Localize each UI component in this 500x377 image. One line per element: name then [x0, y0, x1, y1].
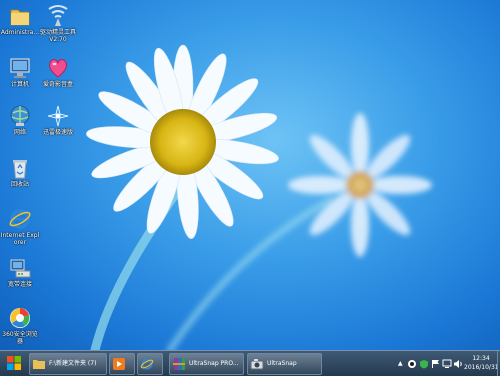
clock-time: 12:34 [472, 355, 490, 362]
taskbar-ultrasnap-label: UltraSnap [267, 360, 297, 367]
folder-icon [32, 357, 46, 371]
winrar-icon [172, 357, 186, 371]
internet-explorer-icon [140, 357, 154, 371]
network-icon [8, 104, 32, 128]
icon-label: Administra... [0, 29, 40, 36]
xunlei-icon [46, 104, 70, 128]
taskbar-internet-explorer[interactable] [137, 353, 163, 375]
desktop-icon-broadband[interactable]: 宽带连接 [0, 256, 40, 288]
internet-explorer-icon [8, 207, 32, 231]
icon-label: 360安全浏览器 [2, 331, 38, 345]
icon-label: 爱奇影音盒 [42, 81, 73, 88]
desktop-icon-heart-player[interactable]: 爱奇影音盒 [38, 56, 78, 88]
desktop-icon-xunlei[interactable]: 迅雷极速版 [38, 104, 78, 136]
clock-date: 2016/10/31 [464, 364, 499, 371]
icon-label: Internet Explorer [0, 232, 40, 246]
icon-label: 驱动精灵工具 V2.70 [39, 29, 76, 43]
broadband-icon [8, 256, 32, 280]
desktop-icon-recycle-bin[interactable]: 回收站 [0, 156, 40, 188]
taskbar-folder-window[interactable]: F:\新建文件夹 (7) [29, 353, 107, 375]
computer-icon [8, 56, 32, 80]
volume-icon[interactable] [453, 359, 463, 369]
taskbar-ultrasnap-pro-label: UltraSnap PRO... [189, 360, 239, 367]
icon-label: 宽带连接 [7, 281, 32, 288]
monitor-icon[interactable] [442, 359, 452, 369]
system-tray: ▲ [398, 351, 464, 376]
taskbar-folder-label: F:\新建文件夹 (7) [49, 360, 97, 367]
heart-player-icon [46, 56, 70, 80]
recycle-bin-icon [8, 156, 32, 180]
camera-icon [250, 357, 264, 371]
browser-360-icon [8, 306, 32, 330]
desktop-icon-internet-explorer[interactable]: Internet Explorer [0, 207, 40, 246]
wallpaper-daisies [86, 44, 432, 350]
folder-icon [8, 4, 32, 28]
input-method-icon[interactable] [407, 359, 417, 369]
taskbar-ultrasnap[interactable]: UltraSnap [247, 353, 322, 375]
start-button[interactable] [3, 354, 25, 373]
taskbar-ultrasnap-pro[interactable]: UltraSnap PRO... [169, 353, 244, 375]
desktop-icon-driver-tool[interactable]: 驱动精灵工具 V2.70 [38, 4, 78, 43]
show-hidden-icons-arrow-icon[interactable]: ▲ [398, 360, 403, 367]
desktop-icon-browser-360[interactable]: 360安全浏览器 [0, 306, 40, 345]
icon-label: 计算机 [10, 81, 29, 88]
icon-label: 回收站 [10, 181, 29, 188]
taskbar: F:\新建文件夹 (7) UltraSnap PRO... UltraSnap … [0, 350, 500, 376]
desktop-icon-computer[interactable]: 计算机 [0, 56, 40, 88]
icon-label: 迅雷极速版 [42, 129, 73, 136]
clock[interactable]: 12:34 2016/10/31 [464, 354, 499, 372]
desktop[interactable]: Administra... 计算机 网络 回收站 Internet Explor… [0, 0, 500, 350]
taskbar-media-player[interactable] [109, 353, 135, 375]
icon-label: 网络 [13, 129, 26, 136]
windows-logo-icon [7, 356, 21, 370]
flag-icon[interactable] [431, 359, 441, 369]
desktop-icon-administrator[interactable]: Administra... [0, 4, 40, 36]
shield-icon[interactable] [419, 359, 429, 369]
media-player-icon [112, 357, 126, 371]
driver-tool-icon [46, 4, 70, 28]
desktop-icon-network[interactable]: 网络 [0, 104, 40, 136]
